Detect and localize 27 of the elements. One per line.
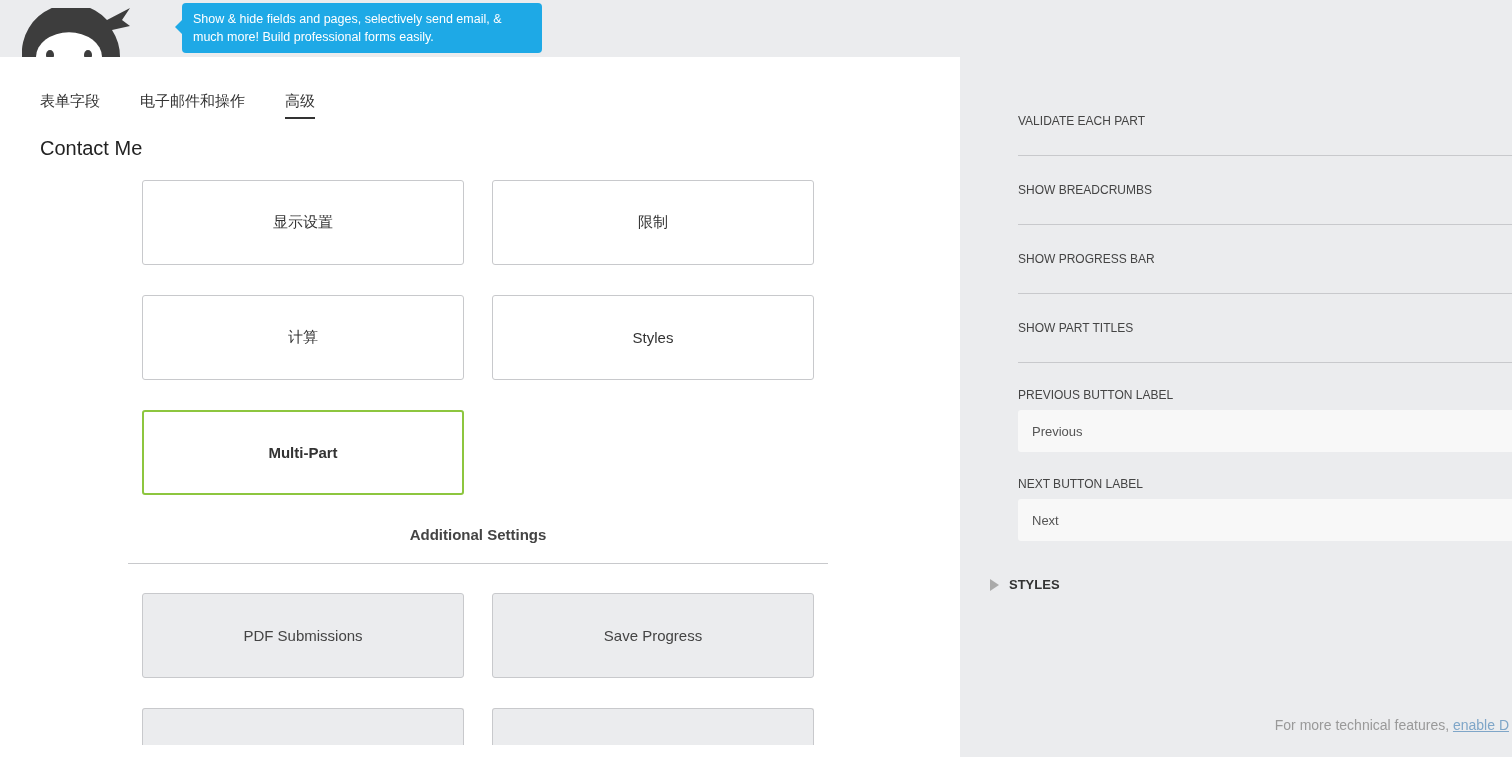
setting-label: VALIDATE EACH PART (1018, 114, 1146, 128)
settings-card[interactable] (492, 708, 814, 745)
form-title: Contact Me (40, 137, 144, 160)
setting-label: SHOW BREADCRUMBS (1018, 183, 1152, 197)
input-field[interactable]: Next (1018, 499, 1512, 541)
settings-card[interactable] (142, 708, 464, 745)
footer-text: For more technical features, (1274, 717, 1451, 733)
settings-card[interactable]: 限制 (492, 180, 814, 265)
settings-card[interactable]: 显示设置 (142, 180, 464, 265)
tooltip-pointer-icon (175, 20, 182, 34)
input-field[interactable]: Previous (1018, 410, 1512, 452)
settings-card[interactable]: Styles (492, 295, 814, 380)
settings-card[interactable]: PDF Submissions (142, 593, 464, 678)
setting-label: SHOW PROGRESS BAR (1018, 252, 1155, 266)
styles-section-toggle[interactable]: STYLES (990, 577, 1060, 592)
tab[interactable]: 表单字段 (40, 92, 100, 119)
caret-icon (990, 578, 999, 591)
tab[interactable]: 电子邮件和操作 (140, 92, 245, 119)
tab[interactable]: 高级 (285, 92, 315, 119)
field-label: NEXT BUTTON LABEL (1018, 477, 1144, 491)
setting-label: SHOW PART TITLES (1018, 321, 1134, 335)
settings-card[interactable]: Save Progress (492, 593, 814, 678)
section-heading: Additional Settings (408, 526, 548, 543)
settings-card[interactable]: 计算 (142, 295, 464, 380)
promo-tooltip: Show & hide fields and pages, selectively send email, & much more! Build professional forms easily. (182, 3, 542, 53)
settings-card[interactable]: Multi-Part (142, 410, 464, 495)
field-label: PREVIOUS BUTTON LABEL (1018, 388, 1175, 402)
